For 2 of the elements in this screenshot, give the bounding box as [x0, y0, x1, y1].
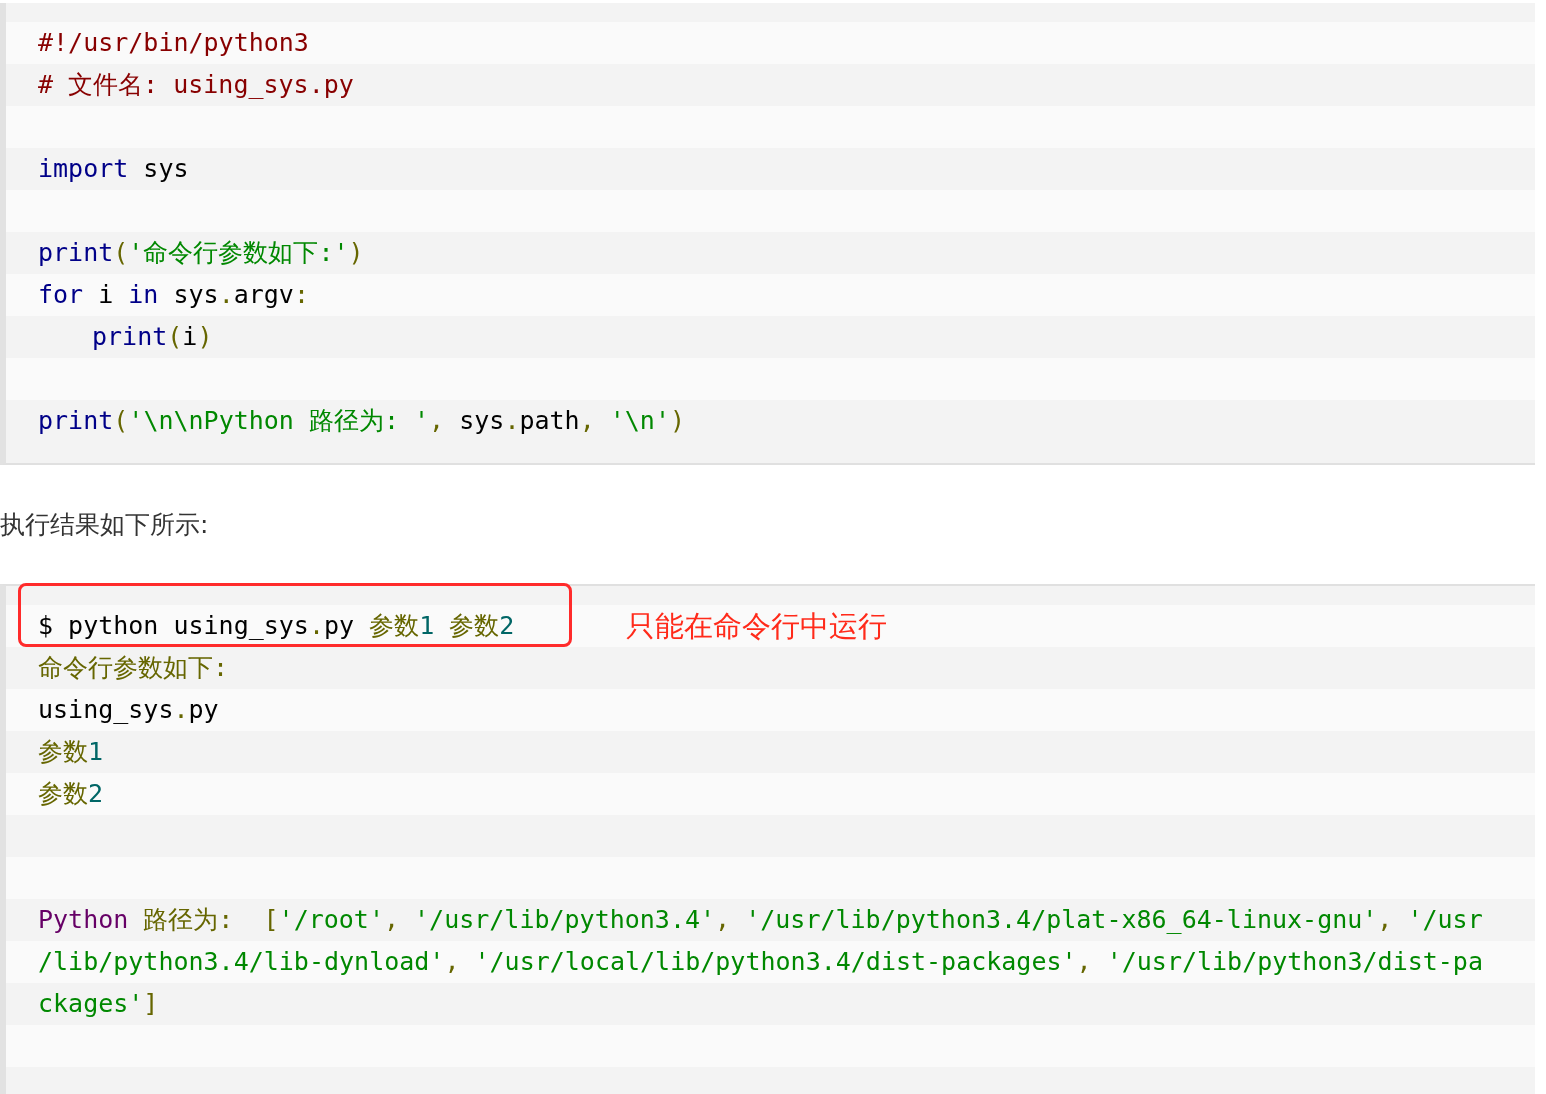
- annotation-note: 只能在命令行中运行: [626, 608, 887, 645]
- paragraph-text: 执行结果如下所示:: [0, 509, 209, 541]
